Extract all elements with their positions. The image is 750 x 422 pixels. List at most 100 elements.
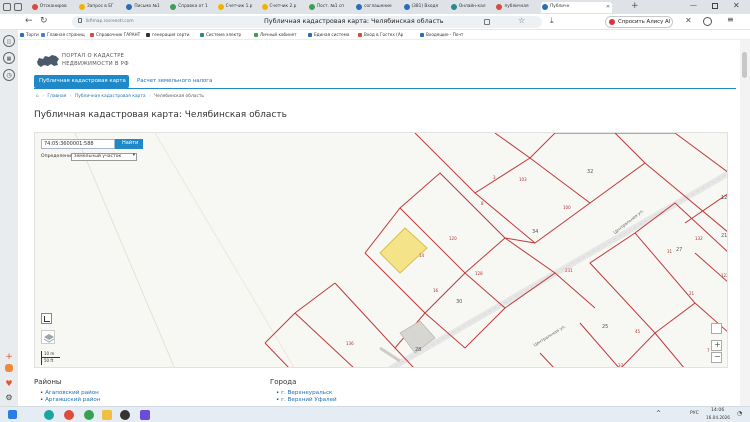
parcel-label[interactable]: 125	[721, 195, 727, 201]
home-icon[interactable]: ⌂	[36, 94, 39, 99]
browser-tab[interactable]: Отсканиров	[31, 2, 78, 13]
browser-tab[interactable]: Пост. №1 сп	[308, 2, 355, 13]
parcel-label[interactable]: 132	[695, 236, 703, 241]
chrome-icon[interactable]	[64, 410, 74, 420]
browser-tab[interactable]: Счетчик 1.р	[217, 2, 261, 13]
city-link[interactable]: • г. Верхний Уфалей	[276, 397, 337, 404]
parcel-label[interactable]: 45	[635, 329, 640, 334]
windows-start-icon[interactable]	[8, 410, 17, 419]
parcel-label[interactable]: 30	[456, 299, 462, 305]
zoom-out-button[interactable]: −	[711, 352, 722, 363]
folder-icon[interactable]	[102, 410, 112, 420]
parcel-label[interactable]: 231	[565, 268, 573, 273]
browser-tab[interactable]: (381) Входя	[403, 2, 450, 13]
profile-icon[interactable]	[703, 17, 712, 26]
region-link-label[interactable]: Агаповский район	[45, 390, 99, 396]
parcel-label[interactable]: 25	[602, 324, 608, 330]
parcel-label[interactable]: 3	[493, 175, 496, 180]
star-icon[interactable]: ☆	[518, 16, 525, 25]
browser-tab[interactable]: Публичн ✕	[541, 2, 613, 13]
bookmark-item[interactable]: генерация серти	[146, 31, 189, 39]
parcel-label[interactable]: 28	[415, 347, 421, 353]
layers-button[interactable]	[41, 330, 55, 344]
new-tab-button[interactable]: +	[631, 1, 639, 11]
chrome-alt-icon[interactable]	[84, 410, 94, 420]
tray-chevron-icon[interactable]: ^	[656, 410, 661, 417]
bookmark-item[interactable]: Входящие - Почт	[420, 31, 463, 39]
browser-tab[interactable]: Онлайн-кал	[450, 2, 496, 13]
cadastral-map[interactable]: 32 3 103 100 125 34 8 120 14 128 16 30 2…	[34, 132, 728, 368]
reader-mode-icon[interactable]	[484, 19, 490, 25]
window-maximize-button[interactable]	[712, 3, 718, 9]
region-link-label[interactable]: Аргаяшский район	[45, 397, 100, 403]
bookmark-item[interactable]: Система электр	[200, 31, 241, 39]
sidebar-settings-icon[interactable]: ⚙	[3, 392, 15, 404]
parcel-label[interactable]: 37	[618, 363, 623, 367]
clock-date[interactable]: 16.04.2026	[706, 415, 730, 420]
city-link-label[interactable]: г. Верхнеуральск	[281, 390, 332, 396]
cadastral-search-input[interactable]	[41, 139, 115, 149]
search-button[interactable]: Найти	[115, 139, 143, 149]
city-link-label[interactable]: г. Верхний Уфалей	[281, 397, 337, 403]
breadcrumb-home[interactable]: Главная	[47, 94, 66, 99]
parcel-label[interactable]: 7	[707, 348, 710, 353]
notification-icon[interactable]: ◔	[737, 410, 742, 417]
nav-tab-cadastral-map[interactable]: Публичная кадастровая карта	[34, 75, 129, 88]
language-indicator[interactable]: РУС	[690, 411, 699, 416]
region-link[interactable]: • Аргаяшский район	[40, 397, 101, 404]
parcel-label[interactable]: 31	[667, 249, 672, 254]
bookmark-item[interactable]: Личный кабинет	[254, 31, 297, 39]
scrollbar-thumb[interactable]	[742, 52, 747, 78]
search-mode-select[interactable]: земельный участок ▾	[71, 153, 137, 161]
bookmark-item[interactable]: Вход в Гостех (Ар	[358, 31, 403, 39]
parcel-label[interactable]: 34	[532, 229, 538, 235]
tab-close-icon[interactable]: ✕	[606, 2, 610, 12]
breadcrumb-map[interactable]: Публичная кадастровая карта	[75, 94, 146, 99]
city-link[interactable]: • г. Верхнеуральск	[276, 390, 337, 397]
parcel-label[interactable]: 128	[475, 271, 483, 276]
ask-alice-button[interactable]: Спросить Алису AI	[605, 16, 673, 28]
clock-time[interactable]: 14:06	[711, 408, 724, 413]
browser-tab[interactable]: Счетчик 2.р	[261, 2, 308, 13]
portal-logo[interactable]: ПОРТАЛ О КАДАСТРЕ НЕДВИЖИМОСТИ В РФ	[36, 51, 156, 73]
nav-tab-land-tax[interactable]: Расчет земельного налога	[134, 75, 224, 88]
bookmark-item[interactable]: Торги	[20, 31, 39, 39]
parcel-label[interactable]: 27	[676, 247, 682, 253]
sidebar-add-icon[interactable]: +	[3, 351, 15, 363]
notes-icon[interactable]: ▦	[3, 52, 15, 64]
reload-icon[interactable]: ↻	[40, 16, 48, 26]
region-link[interactable]: • Агаповский район	[40, 390, 101, 397]
favorite-heart-icon[interactable]: ♥	[3, 378, 15, 390]
parcel-label[interactable]: 103	[519, 177, 527, 182]
parcel-label[interactable]: 14	[419, 253, 424, 258]
edge-icon[interactable]	[44, 410, 54, 420]
window-close-button[interactable]: ✕	[733, 1, 740, 10]
app-c-icon[interactable]	[140, 410, 150, 420]
page-scrollbar[interactable]	[740, 40, 750, 406]
extensions-icon[interactable]: ✕	[685, 16, 692, 25]
browser-tab[interactable]: Запрос в ЕГ	[78, 2, 125, 13]
browser-tab[interactable]: публичная	[495, 2, 541, 13]
download-icon[interactable]: ⤓	[550, 16, 554, 26]
parcel-label[interactable]: 122	[721, 273, 727, 278]
parcel-label[interactable]: 32	[587, 169, 593, 175]
parcel-label[interactable]: 8	[481, 201, 484, 206]
parcel-label[interactable]: 100	[563, 205, 571, 210]
window-minimize-button[interactable]: —	[690, 1, 697, 9]
history-icon[interactable]: ◷	[3, 69, 15, 81]
parcel-label[interactable]: 16	[433, 288, 438, 293]
fullscreen-button[interactable]	[711, 323, 722, 334]
zoom-in-button[interactable]: +	[711, 340, 722, 351]
tab-group-icon[interactable]	[14, 3, 22, 11]
bookmark-orange-icon[interactable]	[5, 364, 13, 372]
bookmark-item[interactable]: Единая система	[308, 31, 349, 39]
parcel-label[interactable]: 120	[449, 236, 457, 241]
browser-tab[interactable]: Письмо №1	[125, 2, 169, 13]
parcel-label[interactable]: 21	[721, 233, 727, 239]
bookmark-item[interactable]: Справочник ГАРАНТ	[90, 31, 140, 39]
tab-list-icon[interactable]	[3, 3, 11, 11]
menu-icon[interactable]: ≡	[727, 15, 734, 24]
back-arrow-icon[interactable]: ←	[25, 16, 33, 26]
measure-tool-button[interactable]	[41, 313, 52, 324]
address-field[interactable]: lkfimap.rosreestr.com Публичная кадастро…	[72, 16, 542, 28]
